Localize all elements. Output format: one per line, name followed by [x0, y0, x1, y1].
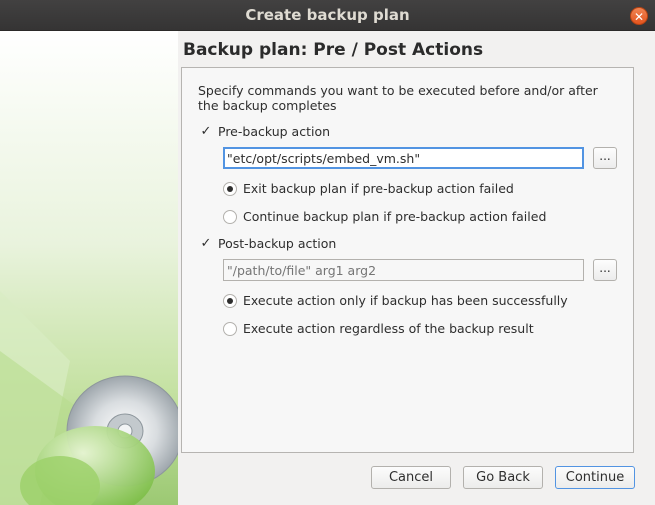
post-backup-command-input[interactable] [223, 259, 584, 281]
radio-label: Exit backup plan if pre-backup action fa… [243, 181, 514, 196]
post-backup-success-option[interactable]: Execute action only if backup has been s… [223, 293, 568, 308]
pre-backup-command-input[interactable] [223, 147, 584, 169]
side-banner [0, 31, 178, 505]
close-icon: ✕ [633, 10, 645, 24]
close-button[interactable]: ✕ [630, 7, 648, 25]
pre-backup-exit-option[interactable]: Exit backup plan if pre-backup action fa… [223, 181, 514, 196]
checkmark-icon: ✓ [200, 124, 212, 139]
pre-backup-continue-option[interactable]: Continue backup plan if pre-backup actio… [223, 209, 546, 224]
radio-label: Execute action regardless of the backup … [243, 321, 534, 336]
disc-banner-illustration [0, 291, 178, 505]
radio-label: Continue backup plan if pre-backup actio… [243, 209, 547, 224]
window-titlebar: Create backup plan ✕ [0, 0, 655, 31]
pre-backup-label: Pre-backup action [218, 124, 331, 139]
radio-unselected [223, 321, 237, 336]
post-backup-label: Post-backup action [218, 236, 337, 251]
cancel-button[interactable]: Cancel [371, 466, 451, 489]
post-backup-browse-button[interactable]: ... [593, 259, 617, 281]
post-backup-always-option[interactable]: Execute action regardless of the backup … [223, 321, 534, 336]
go-back-button[interactable]: Go Back [463, 466, 543, 489]
radio-selected [223, 181, 237, 196]
continue-button[interactable]: Continue [555, 466, 635, 489]
post-backup-checkbox[interactable]: ✓ Post-backup action [199, 236, 337, 251]
radio-unselected [223, 209, 237, 224]
radio-selected [223, 293, 237, 308]
radio-label: Execute action only if backup has been s… [243, 293, 568, 308]
pre-backup-checkbox[interactable]: ✓ Pre-backup action [199, 124, 330, 139]
checkmark-icon: ✓ [200, 236, 212, 251]
pre-backup-browse-button[interactable]: ... [593, 147, 617, 169]
page-title: Backup plan: Pre / Post Actions [183, 40, 484, 60]
window-title: Create backup plan [245, 6, 410, 24]
page-description: Specify commands you want to be executed… [198, 83, 598, 113]
